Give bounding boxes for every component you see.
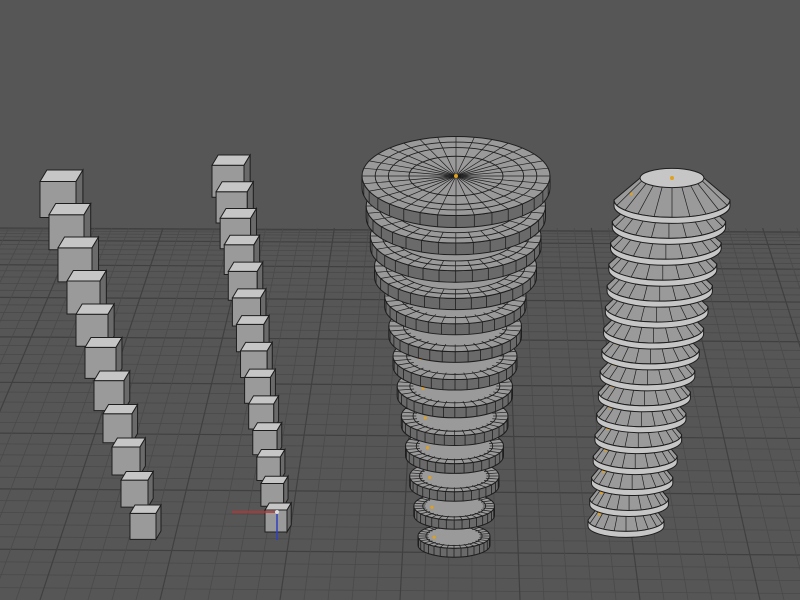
- cube-face-front: [120, 479, 149, 508]
- cube-mesh[interactable]: [264, 501, 293, 534]
- selected-vertex[interactable]: [430, 505, 434, 509]
- pivot-vertex[interactable]: [454, 174, 458, 178]
- selected-vertex[interactable]: [629, 192, 633, 196]
- viewport-scene[interactable]: [0, 0, 800, 600]
- selected-vertex[interactable]: [428, 475, 432, 480]
- cube-mesh[interactable]: [102, 402, 139, 445]
- 3d-viewport[interactable]: [0, 0, 800, 600]
- gizmo-origin[interactable]: [275, 510, 279, 514]
- cube-mesh[interactable]: [129, 503, 162, 542]
- cube-mesh[interactable]: [120, 469, 155, 509]
- selected-vertex[interactable]: [425, 446, 430, 450]
- pivot-vertex[interactable]: [670, 176, 674, 180]
- selected-vertex[interactable]: [423, 416, 427, 420]
- ring-mesh[interactable]: [361, 136, 551, 228]
- cube-mesh[interactable]: [111, 436, 147, 477]
- cube-face-front: [129, 512, 157, 540]
- cube-face-front: [111, 446, 141, 476]
- selected-vertex[interactable]: [432, 535, 436, 539]
- cube-mesh[interactable]: [260, 474, 289, 509]
